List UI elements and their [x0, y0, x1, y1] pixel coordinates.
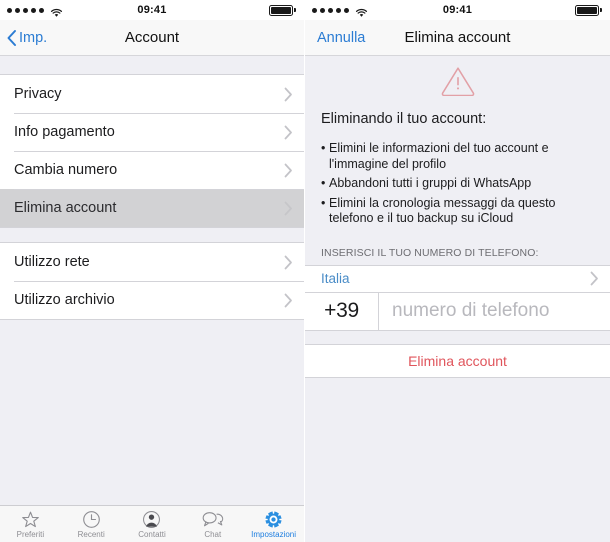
list-item-utilizzo-archivio[interactable]: Utilizzo archivio [0, 281, 304, 319]
gear-icon [264, 509, 283, 529]
status-bar-right: 09:41 [305, 0, 610, 20]
battery-nub [294, 8, 296, 12]
status-bar-time: 09:41 [442, 4, 473, 16]
nav-bar-left: Imp. Account [0, 20, 304, 56]
phone-section-header: INSERISCI IL TUO NUMERO DI TELEFONO: [321, 246, 539, 259]
left-screen-account-settings: 09:41 Imp. Account Privacy Info pagament… [0, 0, 305, 542]
bullet-text: Elimini la cronologia messaggi da questo… [329, 195, 556, 226]
clock-icon [82, 509, 101, 529]
battery-full-icon [575, 4, 599, 16]
list-item-label: Utilizzo rete [14, 254, 90, 270]
list-item-info-pagamento[interactable]: Info pagamento [0, 113, 304, 151]
tab-contatti[interactable]: Contatti [122, 509, 183, 539]
tab-label: Preferiti [16, 530, 45, 539]
group-separator [0, 228, 304, 242]
list-item-label: Privacy [14, 86, 62, 102]
country-name: Italia [321, 271, 350, 286]
chevron-right-icon [284, 293, 293, 308]
settings-group-account: Privacy Info pagamento Cambia numero Eli… [0, 74, 304, 228]
chevron-right-icon [284, 125, 293, 140]
cancel-button[interactable]: Annulla [305, 30, 365, 46]
phone-number-row: +39 [305, 292, 610, 331]
list-item-label: Utilizzo archivio [14, 292, 115, 308]
chevron-left-icon [6, 29, 17, 47]
status-bar-battery-group [269, 4, 296, 16]
tab-impostazioni[interactable]: Impostazioni [243, 509, 304, 539]
status-bar-left: 09:41 [0, 0, 304, 20]
bullet-text: Abbandoni tutti i gruppi di WhatsApp [329, 176, 532, 190]
list-item-elimina-account[interactable]: Elimina account [0, 189, 304, 227]
delete-account-content: Eliminando il tuo account: • Elimini le … [305, 56, 610, 542]
top-spacer [0, 56, 304, 74]
back-button-label: Imp. [19, 29, 48, 46]
battery-nub [600, 8, 602, 12]
list-item-utilizzo-rete[interactable]: Utilizzo rete [0, 243, 304, 281]
list-item: • Elimini la cronologia messaggi da ques… [321, 196, 596, 227]
person-icon [142, 509, 161, 529]
bullet-dot: • [321, 176, 326, 190]
list-item-cambia-numero[interactable]: Cambia numero [0, 151, 304, 189]
tab-recenti[interactable]: Recenti [61, 509, 122, 539]
settings-group-usage: Utilizzo rete Utilizzo archivio [0, 242, 304, 320]
delete-heading: Eliminando il tuo account: [321, 111, 487, 127]
consequences-list: • Elimini le informazioni del tuo accoun… [305, 128, 610, 227]
delete-account-button[interactable]: Elimina account [305, 343, 610, 378]
list-item: • Elimini le informazioni del tuo accoun… [321, 141, 596, 172]
star-icon [21, 509, 40, 529]
warning-icon-wrapper [305, 56, 610, 101]
battery-full-icon [269, 4, 293, 16]
chevron-right-icon [284, 87, 293, 102]
chevron-right-icon [284, 163, 293, 178]
status-bar-battery-group [575, 4, 602, 16]
chevron-right-icon [284, 255, 293, 270]
right-screen-delete-account: 09:41 Annulla Elimina account Eliminando… [305, 0, 610, 542]
tab-chat[interactable]: Chat [182, 509, 243, 539]
country-selector-row[interactable]: Italia [305, 264, 610, 293]
list-item: • Abbandoni tutti i gruppi di WhatsApp [321, 176, 596, 192]
tab-label: Chat [204, 530, 222, 539]
bullet-dot: • [321, 195, 326, 210]
back-button-imp[interactable]: Imp. [0, 29, 47, 47]
chevron-right-icon [590, 271, 599, 286]
country-code-prefix[interactable]: +39 [305, 292, 379, 330]
tab-bar: Preferiti Recenti Contatti Chat Impostaz… [0, 505, 304, 542]
chevron-right-icon [284, 201, 293, 216]
tab-label: Contatti [138, 530, 166, 539]
status-bar-time: 09:41 [137, 4, 167, 16]
list-item-privacy[interactable]: Privacy [0, 75, 304, 113]
tab-label: Impostazioni [251, 530, 297, 539]
list-item-label: Cambia numero [14, 162, 118, 178]
tab-preferiti[interactable]: Preferiti [0, 509, 61, 539]
bullet-text: Elimini le informazioni del tuo account … [329, 141, 549, 171]
list-item-label: Elimina account [14, 200, 117, 216]
chat-bubbles-icon [202, 509, 224, 529]
nav-bar-right: Annulla Elimina account [305, 20, 610, 56]
cancel-button-label: Annulla [317, 29, 366, 46]
settings-list-content: Privacy Info pagamento Cambia numero Eli… [0, 56, 304, 505]
phone-number-input[interactable] [379, 293, 610, 329]
dual-screen-container: 09:41 Imp. Account Privacy Info pagament… [0, 0, 610, 542]
delete-account-button-label: Elimina account [408, 352, 507, 369]
bullet-dot: • [321, 141, 326, 155]
warning-triangle-icon [440, 65, 476, 97]
list-item-label: Info pagamento [14, 124, 115, 140]
tab-label: Recenti [77, 530, 105, 539]
